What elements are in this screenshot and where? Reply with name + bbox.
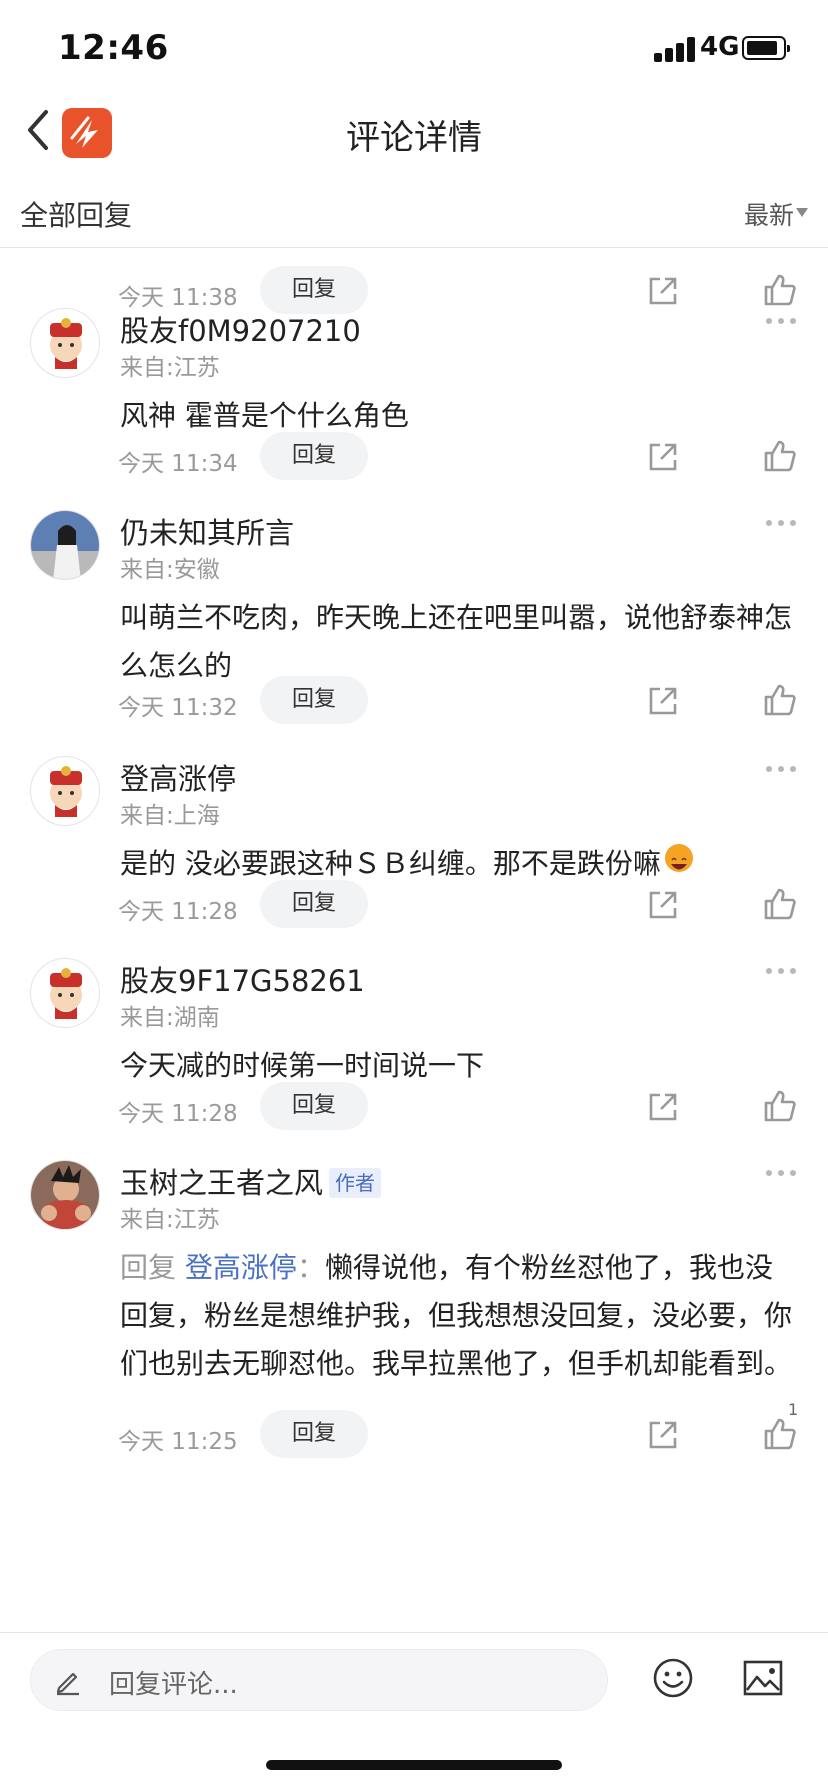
caret-down-icon[interactable] (796, 208, 808, 217)
reply-button[interactable]: 回复 (260, 432, 368, 480)
thumbs-up-icon[interactable] (762, 438, 798, 474)
comment-text-block: 回复 登高涨停：懒得说他，有个粉丝怼他了，我也没回复，粉丝是想维护我，但我想想没… (120, 1244, 800, 1388)
status-time: 12:46 (58, 28, 169, 68)
share-icon[interactable] (646, 888, 680, 922)
reply-button[interactable]: 回复 (260, 880, 368, 928)
like-count: 1 (788, 1400, 799, 1419)
comment-time: 今天 11:28 (118, 1101, 238, 1127)
comment-actions: 今天 11:34 回复 (0, 432, 828, 482)
reply-button[interactable]: 回复 (260, 1410, 368, 1458)
bottom-input-bar: 回复评论... (0, 1632, 828, 1712)
avatar[interactable] (30, 510, 100, 580)
home-indicator[interactable] (266, 1760, 562, 1770)
thumbs-up-icon[interactable] (762, 1088, 798, 1124)
page-title: 评论详情 (346, 118, 482, 158)
comment-time: 今天 11:28 (118, 899, 238, 925)
location-label: 来自:安徽 (120, 557, 220, 583)
thumbs-up-icon[interactable] (762, 682, 798, 718)
username[interactable]: 股友9F17G58261 (120, 958, 365, 1000)
comment-actions: 今天 11:32 回复 (0, 676, 828, 726)
location-label: 来自:江苏 (120, 1207, 220, 1233)
location-label: 来自:湖南 (120, 1005, 220, 1031)
emoji-icon[interactable] (652, 1657, 694, 1699)
comment-time: 今天 11:25 (118, 1429, 238, 1455)
all-replies-label: 全部回复 (20, 199, 133, 232)
thumbs-up-icon[interactable] (762, 886, 798, 922)
nav-bar: 评论详情 (0, 96, 828, 168)
avatar[interactable] (30, 1160, 100, 1230)
comment-text: 是的 没必要跟这种ＳＢ纠缠。那不是跌份嘛 (120, 847, 661, 880)
share-icon[interactable] (646, 440, 680, 474)
share-icon[interactable] (646, 684, 680, 718)
share-icon[interactable] (646, 1090, 680, 1124)
comment-actions: 今天 11:25 回复 1 (0, 1400, 828, 1460)
filter-bar: 全部回复 最新 (0, 184, 828, 248)
signal-icon (654, 36, 698, 62)
location-label: 来自:上海 (120, 803, 220, 829)
comment-time: 今天 11:34 (118, 451, 238, 477)
avatar[interactable] (30, 308, 100, 378)
thumbs-up-icon[interactable] (762, 1416, 798, 1452)
more-icon[interactable] (766, 316, 798, 326)
location-label: 来自:江苏 (120, 355, 220, 381)
pencil-icon (56, 1672, 79, 1696)
laughing-emoji-icon (664, 844, 693, 872)
avatar[interactable] (30, 958, 100, 1028)
more-icon[interactable] (766, 764, 798, 774)
reply-target-link[interactable]: 登高涨停 (185, 1251, 297, 1284)
comment-actions: 今天 11:28 回复 (0, 880, 828, 930)
reply-button[interactable]: 回复 (260, 676, 368, 724)
comment-list[interactable]: 今天 11:38 回复 股友f0M9207210 来自:江苏 风神 霍普是个什么… (0, 248, 828, 1632)
more-icon[interactable] (766, 966, 798, 976)
comment-time: 今天 11:32 (118, 695, 238, 721)
more-icon[interactable] (766, 1168, 798, 1178)
battery-icon (742, 36, 790, 60)
reply-button[interactable]: 回复 (260, 1082, 368, 1130)
sort-dropdown[interactable]: 最新 (744, 196, 794, 232)
reply-prefix: 回复 (120, 1251, 177, 1284)
comment-actions: 今天 11:28 回复 (0, 1082, 828, 1132)
username[interactable]: 股友f0M9207210 (120, 308, 361, 350)
status-bar: 12:46 4G (0, 0, 828, 96)
avatar[interactable] (30, 756, 100, 826)
author-badge: 作者 (329, 1168, 382, 1198)
username-block: 玉树之王者之风 作者 (120, 1160, 382, 1202)
image-icon[interactable] (742, 1659, 784, 1697)
more-icon[interactable] (766, 518, 798, 528)
network-type: 4G (700, 32, 740, 62)
reply-button[interactable]: 回复 (260, 266, 368, 314)
reply-input[interactable]: 回复评论... (30, 1649, 608, 1711)
reply-separator: ： (296, 1251, 325, 1284)
comment-time: 今天 11:38 (118, 285, 238, 311)
username[interactable]: 玉树之王者之风 (120, 1166, 323, 1200)
username[interactable]: 登高涨停 (120, 756, 236, 798)
share-icon[interactable] (646, 1418, 680, 1452)
username[interactable]: 仍未知其所言 (120, 510, 294, 552)
reply-input-placeholder: 回复评论... (109, 1670, 238, 1700)
share-icon[interactable] (646, 274, 680, 308)
thumbs-up-icon[interactable] (762, 272, 798, 308)
